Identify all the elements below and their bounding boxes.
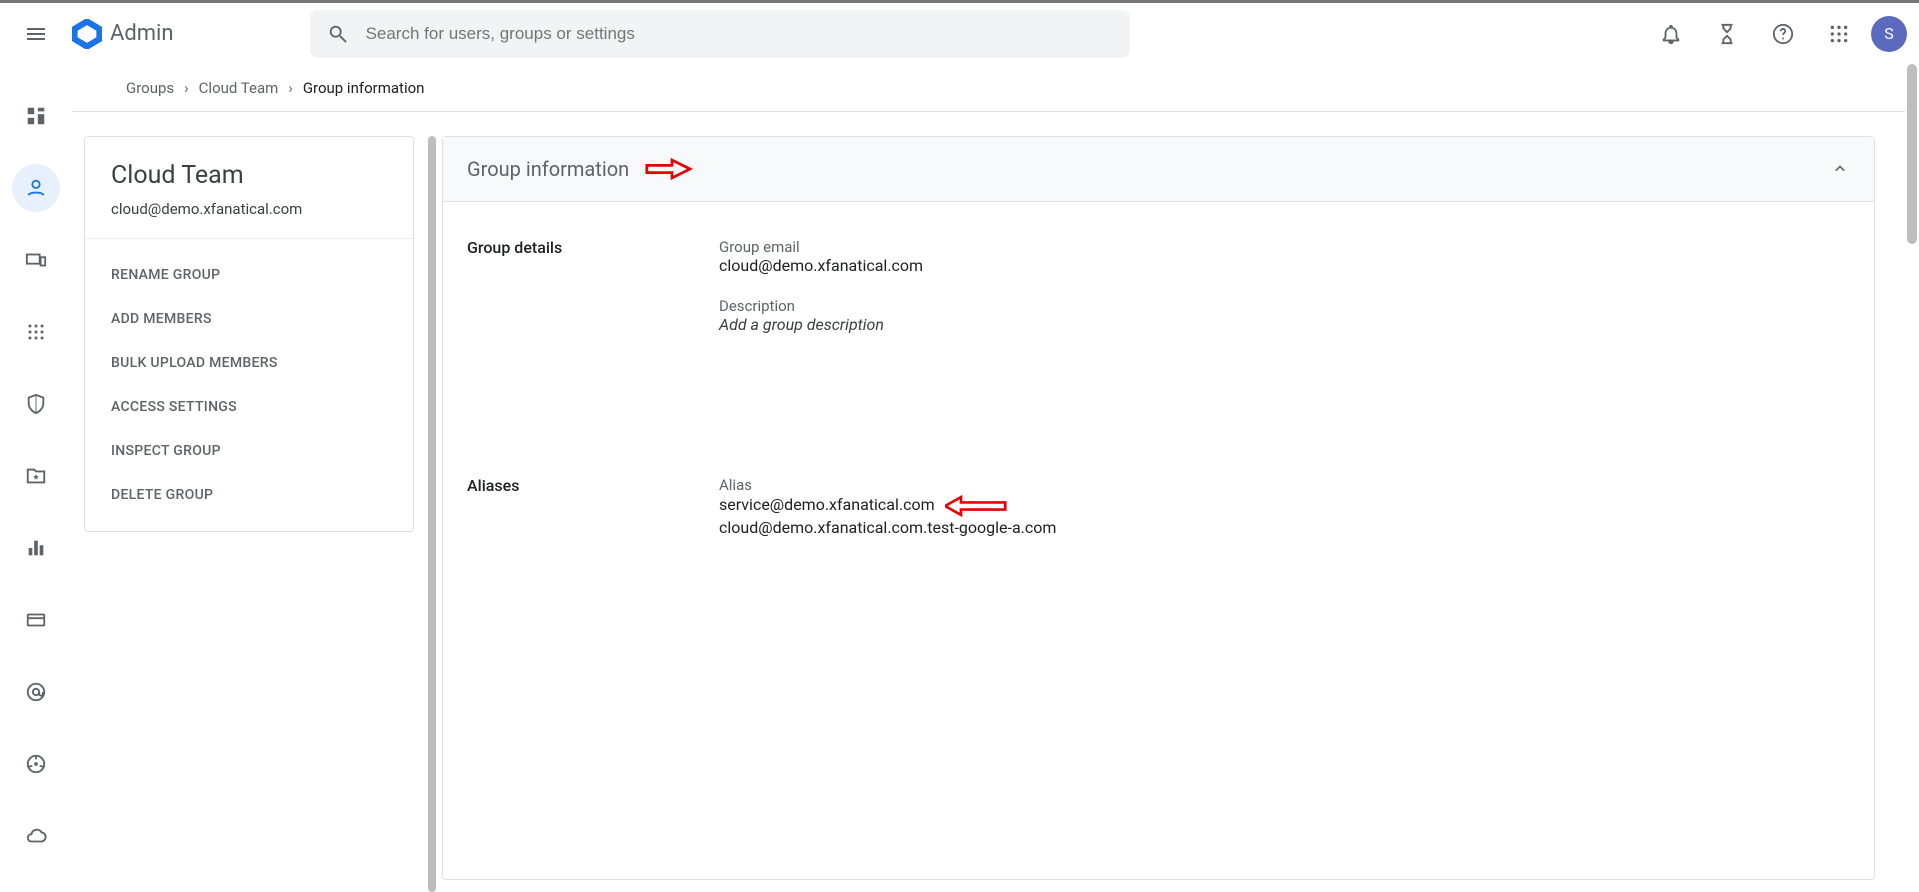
dashboard-icon — [25, 105, 47, 127]
help-icon — [1772, 23, 1794, 45]
app-switcher-button[interactable] — [1815, 10, 1863, 58]
apps-grid-icon — [27, 323, 45, 341]
rail-reports[interactable] — [12, 524, 60, 572]
search-input[interactable] — [358, 24, 1122, 44]
description-label: Description — [719, 297, 1850, 315]
chevron-up-icon — [1830, 159, 1850, 179]
section-title: Group information — [467, 157, 629, 181]
aliases-label: Aliases — [467, 476, 719, 495]
avatar-initial: S — [1884, 24, 1894, 43]
starred-folder-icon — [25, 465, 47, 487]
action-bulk-upload[interactable]: BULK UPLOAD MEMBERS — [85, 341, 413, 385]
action-add-members[interactable]: ADD MEMBERS — [85, 297, 413, 341]
users-icon — [25, 177, 47, 199]
aliases-row: Aliases Alias service@demo.xfanatical.co… — [467, 476, 1850, 537]
rail-admin-roles[interactable] — [12, 740, 60, 788]
group-email-value: cloud@demo.xfanatical.com — [719, 256, 1850, 275]
rail-dashboard[interactable] — [12, 92, 60, 140]
rail-cloud[interactable] — [12, 812, 60, 860]
group-info-card: Group information Group details — [442, 136, 1875, 880]
chevron-right-icon: › — [184, 79, 189, 97]
breadcrumb-cloud-team[interactable]: Cloud Team — [199, 79, 279, 97]
apps-icon — [1829, 24, 1849, 44]
rail-security[interactable] — [12, 380, 60, 428]
annotation-arrow-1 — [645, 155, 717, 183]
group-sidebar-card: Cloud Team cloud@demo.xfanatical.com REN… — [84, 136, 414, 532]
alias-value-1: cloud@demo.xfanatical.com.test-google-a.… — [719, 518, 1850, 537]
group-name: Cloud Team — [111, 161, 387, 190]
admin-logo-icon — [72, 19, 102, 49]
action-delete-group[interactable]: DELETE GROUP — [85, 473, 413, 517]
rail-users[interactable] — [12, 164, 60, 212]
rail-devices[interactable] — [12, 236, 60, 284]
group-details-row: Group details Group email cloud@demo.xfa… — [467, 238, 1850, 356]
left-rail — [0, 64, 72, 892]
cloud-icon — [25, 825, 47, 847]
menu-icon — [24, 22, 48, 46]
topbar-right: S — [1647, 10, 1907, 58]
group-details-label: Group details — [467, 238, 719, 257]
bar-chart-icon — [25, 537, 47, 559]
search-icon — [327, 23, 349, 45]
search-bar[interactable] — [310, 10, 1130, 58]
rail-rules[interactable] — [12, 452, 60, 500]
alias-value-0: service@demo.xfanatical.com — [719, 495, 935, 514]
rail-billing[interactable] — [12, 596, 60, 644]
page-scrollbar[interactable] — [1905, 64, 1919, 892]
product-name: Admin — [110, 21, 174, 46]
action-rename-group[interactable]: RENAME GROUP — [85, 253, 413, 297]
rail-account[interactable] — [12, 668, 60, 716]
steering-icon — [25, 753, 47, 775]
alias-sublabel: Alias — [719, 476, 1850, 494]
hourglass-icon — [1716, 23, 1738, 45]
at-sign-icon — [25, 681, 47, 703]
group-email-label: Group email — [719, 238, 1850, 256]
group-email: cloud@demo.xfanatical.com — [111, 200, 387, 218]
card-icon — [25, 609, 47, 631]
help-button[interactable] — [1759, 10, 1807, 58]
avatar[interactable]: S — [1871, 16, 1907, 52]
topbar: Admin S — [0, 0, 1919, 64]
scrollbar-thumb[interactable] — [1907, 64, 1917, 244]
chevron-right-icon: › — [288, 79, 293, 97]
section-header-group-info[interactable]: Group information — [443, 137, 1874, 202]
annotation-arrow-2 — [945, 494, 1007, 518]
inner-scrollbar[interactable] — [428, 136, 436, 892]
breadcrumb-current: Group information — [303, 79, 425, 97]
product-logo[interactable]: Admin — [72, 19, 174, 49]
hamburger-button[interactable] — [12, 10, 60, 58]
description-placeholder[interactable]: Add a group description — [719, 315, 1850, 334]
shield-icon — [25, 393, 47, 415]
notifications-button[interactable] — [1647, 10, 1695, 58]
breadcrumb: Groups › Cloud Team › Group information — [72, 64, 1905, 112]
rail-apps[interactable] — [12, 308, 60, 356]
breadcrumb-groups[interactable]: Groups — [126, 79, 174, 97]
action-inspect-group[interactable]: INSPECT GROUP — [85, 429, 413, 473]
devices-icon — [25, 249, 47, 271]
tasks-button[interactable] — [1703, 10, 1751, 58]
action-access-settings[interactable]: ACCESS SETTINGS — [85, 385, 413, 429]
search-button[interactable] — [318, 14, 358, 54]
bell-icon — [1660, 23, 1682, 45]
